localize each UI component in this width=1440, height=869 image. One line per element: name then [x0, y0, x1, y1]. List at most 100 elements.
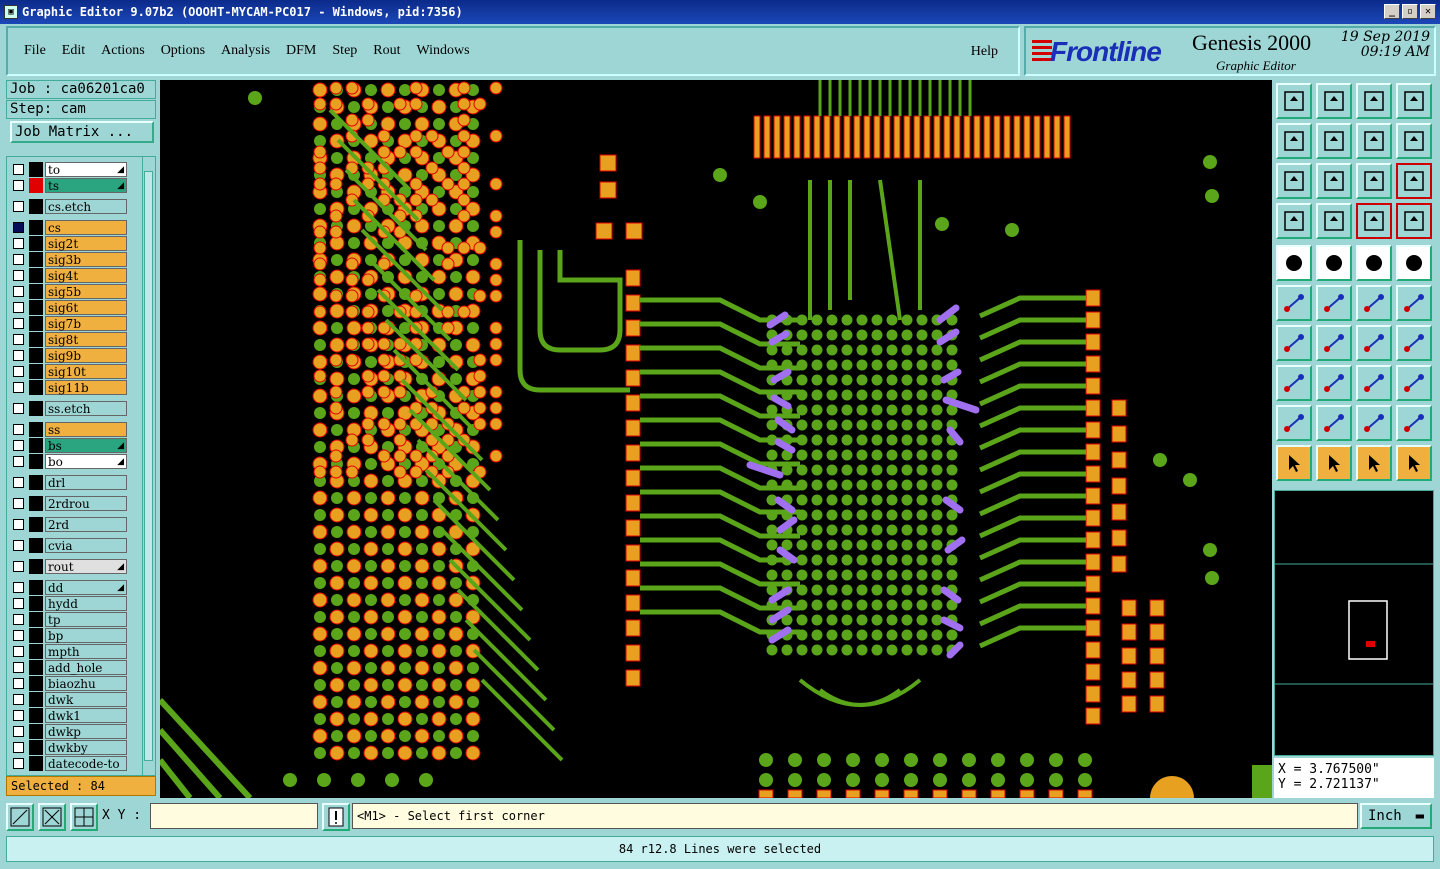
- snap-tool-button[interactable]: [6, 803, 34, 831]
- line-split-tool-button[interactable]: [1316, 365, 1352, 401]
- layer-row[interactable]: ts ◢: [7, 178, 143, 193]
- layer-color-swatch[interactable]: [29, 268, 43, 283]
- layer-checkbox[interactable]: [13, 302, 24, 313]
- layer-checkbox[interactable]: [13, 254, 24, 265]
- layer-name[interactable]: dwkby: [45, 740, 127, 755]
- outline-mode-tool-button[interactable]: [1316, 245, 1352, 281]
- measure-arc-tool-button[interactable]: [1356, 405, 1392, 441]
- layer-checkbox[interactable]: [13, 366, 24, 377]
- add-line-tool-button[interactable]: [1276, 285, 1312, 321]
- layer-row[interactable]: cs.etch: [7, 199, 143, 214]
- layer-checkbox[interactable]: [13, 440, 24, 451]
- layer-row[interactable]: sig5b: [7, 284, 143, 299]
- layer-checkbox[interactable]: [13, 164, 24, 175]
- layer-color-swatch[interactable]: [29, 740, 43, 755]
- layer-checkbox[interactable]: [13, 758, 24, 769]
- layer-color-swatch[interactable]: [29, 596, 43, 611]
- layer-name[interactable]: cs: [45, 220, 127, 235]
- layer-checkbox[interactable]: [13, 424, 24, 435]
- menu-help[interactable]: Help: [969, 42, 1000, 62]
- edit-line-tool-button[interactable]: [1316, 325, 1352, 361]
- measure-box-tool-button[interactable]: [1396, 405, 1432, 441]
- layer-checkbox[interactable]: [13, 678, 24, 689]
- layer-row[interactable]: dwk1: [7, 708, 143, 723]
- info-button[interactable]: [322, 803, 350, 831]
- layer-name[interactable]: add_hole: [45, 660, 127, 675]
- layer-row[interactable]: biaozhu: [7, 676, 143, 691]
- layer-color-swatch[interactable]: [29, 364, 43, 379]
- layer-checkbox[interactable]: [13, 561, 24, 572]
- layer-row[interactable]: dd ◢: [7, 580, 143, 595]
- zoom-back-tool-button[interactable]: [1356, 123, 1392, 159]
- job-matrix-button[interactable]: Job Matrix ...: [10, 121, 154, 143]
- add-arc-line-tool-button[interactable]: [1276, 325, 1312, 361]
- layer-row[interactable]: cs: [7, 220, 143, 235]
- layer-row[interactable]: add_hole: [7, 660, 143, 675]
- layer-checkbox[interactable]: [13, 630, 24, 641]
- layer-color-swatch[interactable]: [29, 380, 43, 395]
- layer-color-swatch[interactable]: [29, 332, 43, 347]
- layer-color-swatch[interactable]: [29, 692, 43, 707]
- layer-row[interactable]: bo ◢: [7, 454, 143, 469]
- layer-color-swatch[interactable]: [29, 475, 43, 490]
- layer-name[interactable]: hydd: [45, 596, 127, 611]
- close-button[interactable]: ✕: [1420, 4, 1436, 19]
- layer-color-swatch[interactable]: [29, 756, 43, 771]
- layer-name[interactable]: to ◢: [45, 162, 127, 177]
- layer-checkbox[interactable]: [13, 382, 24, 393]
- layer-checkbox[interactable]: [13, 270, 24, 281]
- layer-row[interactable]: sig3b: [7, 252, 143, 267]
- layer-color-swatch[interactable]: [29, 316, 43, 331]
- layer-color-swatch[interactable]: [29, 236, 43, 251]
- layer-checkbox[interactable]: [13, 201, 24, 212]
- layer-row[interactable]: sig11b: [7, 380, 143, 395]
- select-net-tool-button[interactable]: [1396, 445, 1432, 481]
- layer-checkbox[interactable]: [13, 238, 24, 249]
- layer-name[interactable]: dwk1: [45, 708, 127, 723]
- layer-row[interactable]: tp: [7, 612, 143, 627]
- layer-name[interactable]: sig5b: [45, 284, 127, 299]
- arc-tool-tool-button[interactable]: [1356, 325, 1392, 361]
- layer-name[interactable]: datecode-to: [45, 756, 127, 771]
- layer-row[interactable]: sig7b: [7, 316, 143, 331]
- layer-color-swatch[interactable]: [29, 676, 43, 691]
- layer-row[interactable]: sig8t: [7, 332, 143, 347]
- pcb-graphics-canvas[interactable]: [160, 80, 1272, 798]
- layer-checkbox[interactable]: [13, 456, 24, 467]
- layer-list-scrollbar[interactable]: [142, 157, 154, 775]
- menu-rout[interactable]: Rout: [371, 41, 402, 61]
- measure-distance-tool-button[interactable]: [1316, 405, 1352, 441]
- menu-dfm[interactable]: DFM: [284, 41, 318, 61]
- layer-row[interactable]: ss: [7, 422, 143, 437]
- split-tool-tool-button[interactable]: [1396, 325, 1432, 361]
- layer-color-swatch[interactable]: [29, 300, 43, 315]
- layer-row[interactable]: sig9b: [7, 348, 143, 363]
- layer-name[interactable]: 2rdrou: [45, 496, 127, 511]
- layer-name[interactable]: dwk: [45, 692, 127, 707]
- layer-color-swatch[interactable]: [29, 220, 43, 235]
- layer-color-swatch[interactable]: [29, 538, 43, 553]
- layer-color-swatch[interactable]: [29, 252, 43, 267]
- features-filter-tool-button[interactable]: [1356, 203, 1392, 239]
- layer-name[interactable]: sig9b: [45, 348, 127, 363]
- zoom-center-tool-button[interactable]: [1316, 163, 1352, 199]
- layer-color-swatch[interactable]: [29, 199, 43, 214]
- zoom-extent-tool-button[interactable]: [1276, 163, 1312, 199]
- layer-name[interactable]: sig8t: [45, 332, 127, 347]
- grid-tool-button[interactable]: [70, 803, 98, 831]
- layer-color-swatch[interactable]: [29, 660, 43, 675]
- layer-name[interactable]: ts ◢: [45, 178, 127, 193]
- layer-checkbox[interactable]: [13, 694, 24, 705]
- overview-map[interactable]: [1274, 490, 1434, 756]
- layer-checkbox[interactable]: [13, 662, 24, 673]
- layer-checkbox[interactable]: [13, 180, 24, 191]
- move-feature-tool-button[interactable]: [1356, 285, 1392, 321]
- menu-file[interactable]: File: [22, 41, 48, 61]
- layer-name[interactable]: ss: [45, 422, 127, 437]
- layer-name[interactable]: sig2t: [45, 236, 127, 251]
- layer-color-swatch[interactable]: [29, 422, 43, 437]
- layer-color-swatch[interactable]: [29, 580, 43, 595]
- net-highlight-tool-button[interactable]: [1316, 203, 1352, 239]
- layer-row[interactable]: dwk: [7, 692, 143, 707]
- layer-row[interactable]: sig6t: [7, 300, 143, 315]
